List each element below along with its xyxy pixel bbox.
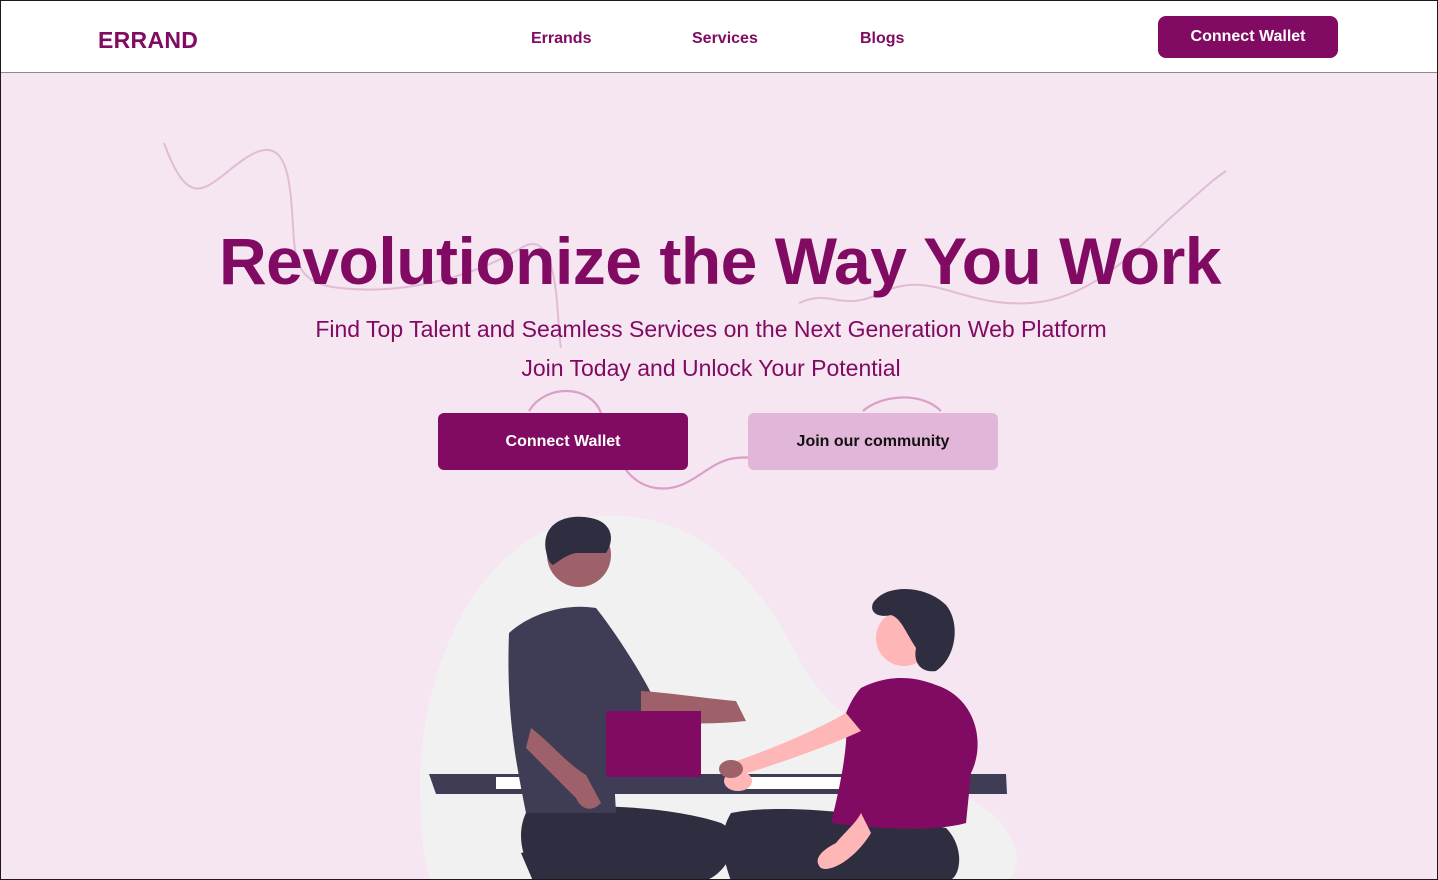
handshake-illustration [420, 515, 1017, 879]
nav-link-errands[interactable]: Errands [531, 30, 591, 48]
page-frame: ERRAND Errands Services Blogs Connect Wa… [0, 0, 1438, 880]
hero-section: Revolutionize the Way You Work Find Top … [1, 73, 1437, 879]
nav-connect-wallet-button[interactable]: Connect Wallet [1158, 16, 1338, 58]
hero-subline: Find Top Talent and Seamless Services on… [315, 316, 1107, 342]
nav-link-blogs[interactable]: Blogs [860, 30, 904, 48]
navbar: ERRAND Errands Services Blogs Connect Wa… [1, 1, 1437, 73]
hero-connect-wallet-button[interactable]: Connect Wallet [438, 413, 688, 470]
hero-headline: Revolutionize the Way You Work [218, 224, 1222, 298]
brand-logo[interactable]: ERRAND [98, 27, 198, 54]
hero-subline-join: Join Today and Unlock Your Potential [521, 355, 901, 381]
nav-link-services[interactable]: Services [692, 30, 758, 48]
join-community-button[interactable]: Join our community [748, 413, 998, 470]
